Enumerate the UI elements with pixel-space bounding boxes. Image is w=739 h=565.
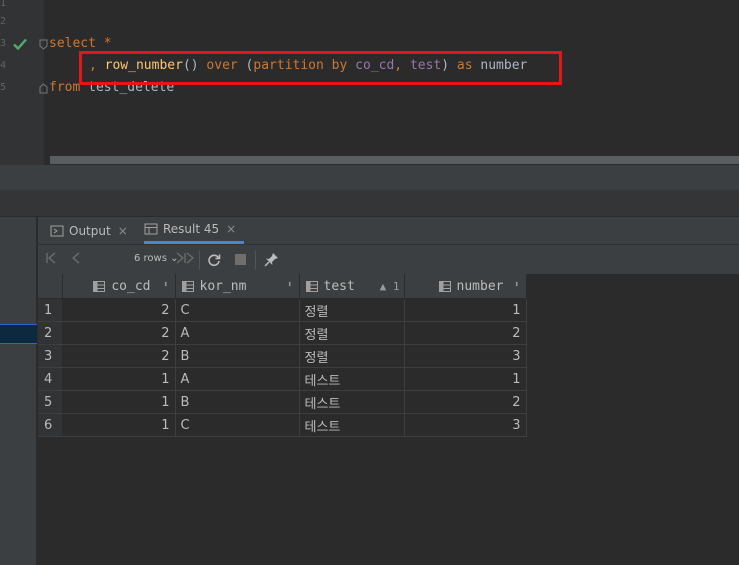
column-header-test[interactable]: test ▲ 1 — [299, 274, 405, 299]
table-row[interactable]: 1 2 C 정렬 1 — [38, 298, 527, 322]
stop-icon[interactable] — [235, 254, 246, 265]
result-table: co_cd ⬍ kor_nm ⬍ test ▲ 1 number ⬍ 1 2 C… — [38, 274, 527, 437]
row-number-header — [38, 274, 63, 299]
row-number[interactable]: 4 — [38, 367, 63, 391]
cell-test[interactable]: 테스트 — [299, 390, 405, 414]
column-name: co_cd — [111, 278, 151, 294]
sort-ascending-icon[interactable]: ▲ 1 — [380, 280, 400, 293]
column-header-co-cd[interactable]: co_cd ⬍ — [62, 274, 176, 299]
horizontal-scrollbar[interactable] — [50, 156, 739, 164]
cell-kor-nm[interactable]: A — [175, 367, 300, 391]
tab-label: Result 45 — [163, 222, 220, 236]
cell-co-cd[interactable]: 1 — [62, 390, 176, 414]
highlight-box — [79, 51, 562, 85]
result-tabs: Output × Result 45 × — [38, 217, 739, 244]
toolbar-separator — [199, 251, 200, 269]
cell-kor-nm[interactable]: B — [175, 344, 300, 368]
column-name: kor_nm — [199, 278, 247, 294]
table-row[interactable]: 4 1 A 테스트 1 — [38, 367, 527, 391]
pin-icon[interactable] — [264, 252, 279, 267]
rows-selector[interactable]: 6 rows ⌄ — [134, 253, 179, 264]
close-icon[interactable]: × — [118, 224, 128, 238]
panel-divider[interactable] — [0, 165, 739, 190]
cell-co-cd[interactable]: 2 — [62, 298, 176, 322]
cell-number[interactable]: 2 — [404, 321, 527, 345]
cell-test[interactable]: 테스트 — [299, 413, 405, 437]
column-icon — [305, 280, 318, 292]
keyword: from — [49, 80, 81, 95]
cell-test[interactable]: 정렬 — [299, 298, 405, 322]
checkmark-icon — [13, 38, 27, 51]
services-tree[interactable] — [0, 217, 37, 565]
row-number[interactable]: 6 — [38, 413, 63, 437]
operator: * — [95, 36, 112, 51]
table-row[interactable]: 5 1 B 테스트 2 — [38, 390, 527, 414]
first-page-icon[interactable] — [46, 252, 56, 264]
tab-label: Output — [69, 223, 111, 238]
services-tree-selected-item[interactable] — [0, 324, 37, 344]
close-icon[interactable]: × — [226, 222, 236, 236]
previous-page-icon[interactable] — [72, 252, 80, 264]
row-number[interactable]: 3 — [38, 344, 63, 368]
line-number: 3 — [0, 38, 7, 49]
column-icon — [181, 280, 194, 292]
refresh-icon[interactable] — [207, 253, 221, 267]
cell-number[interactable]: 1 — [404, 367, 527, 391]
tab-result[interactable]: Result 45 × — [144, 217, 245, 244]
cell-test[interactable]: 정렬 — [299, 321, 405, 345]
table-header-row: co_cd ⬍ kor_nm ⬍ test ▲ 1 number ⬍ — [38, 274, 527, 299]
cell-number[interactable]: 2 — [404, 390, 527, 414]
cell-co-cd[interactable]: 2 — [62, 321, 176, 345]
sql-editor[interactable]: 1 2 3 4 5 select * , row_number() over (… — [0, 0, 739, 165]
sort-icon[interactable]: ⬍ — [287, 280, 292, 290]
editor-gutter: 1 2 3 4 5 — [0, 0, 48, 165]
column-header-kor-nm[interactable]: kor_nm ⬍ — [175, 274, 300, 299]
cell-kor-nm[interactable]: C — [175, 413, 300, 437]
cell-kor-nm[interactable]: A — [175, 321, 300, 345]
line-number: 1 — [0, 0, 7, 9]
next-page-icon[interactable] — [186, 252, 194, 264]
output-icon — [50, 225, 64, 236]
cell-co-cd[interactable]: 2 — [62, 344, 176, 368]
column-name: test — [323, 278, 355, 294]
column-name: number — [456, 278, 504, 294]
grid-toolbar: 6 rows ⌄ — [38, 244, 739, 274]
line-number: 5 — [0, 82, 7, 93]
tab-output[interactable]: Output × — [50, 217, 128, 244]
last-page-icon[interactable] — [176, 252, 186, 264]
table-icon — [144, 223, 158, 235]
table-row[interactable]: 3 2 B 정렬 3 — [38, 344, 527, 368]
row-number[interactable]: 1 — [38, 298, 63, 322]
result-grid[interactable]: co_cd ⬍ kor_nm ⬍ test ▲ 1 number ⬍ 1 2 C… — [38, 274, 739, 565]
cell-test[interactable]: 정렬 — [299, 344, 405, 368]
line-number: 2 — [0, 16, 7, 27]
cell-kor-nm[interactable]: B — [175, 390, 300, 414]
services-header — [0, 190, 739, 217]
code-line-select[interactable]: select * — [49, 36, 112, 52]
line-number: 4 — [0, 60, 7, 71]
fold-icon[interactable] — [39, 83, 48, 94]
row-number[interactable]: 5 — [38, 390, 63, 414]
cell-co-cd[interactable]: 1 — [62, 367, 176, 391]
rows-label: 6 rows — [134, 253, 167, 264]
column-header-number[interactable]: number ⬍ — [404, 274, 527, 299]
cell-number[interactable]: 3 — [404, 344, 527, 368]
fold-icon[interactable] — [39, 39, 48, 50]
sort-icon[interactable]: ⬍ — [514, 280, 519, 290]
cell-number[interactable]: 1 — [404, 298, 527, 322]
column-icon — [438, 280, 451, 292]
toolbar-separator — [255, 251, 256, 269]
cell-test[interactable]: 테스트 — [299, 367, 405, 391]
keyword: select — [49, 36, 96, 51]
cell-co-cd[interactable]: 1 — [62, 413, 176, 437]
table-row[interactable]: 2 2 A 정렬 2 — [38, 321, 527, 345]
cell-kor-nm[interactable]: C — [175, 298, 300, 322]
column-icon — [93, 280, 106, 292]
sort-icon[interactable]: ⬍ — [163, 280, 168, 290]
table-row[interactable]: 6 1 C 테스트 3 — [38, 413, 527, 437]
row-number[interactable]: 2 — [38, 321, 63, 345]
cell-number[interactable]: 3 — [404, 413, 527, 437]
